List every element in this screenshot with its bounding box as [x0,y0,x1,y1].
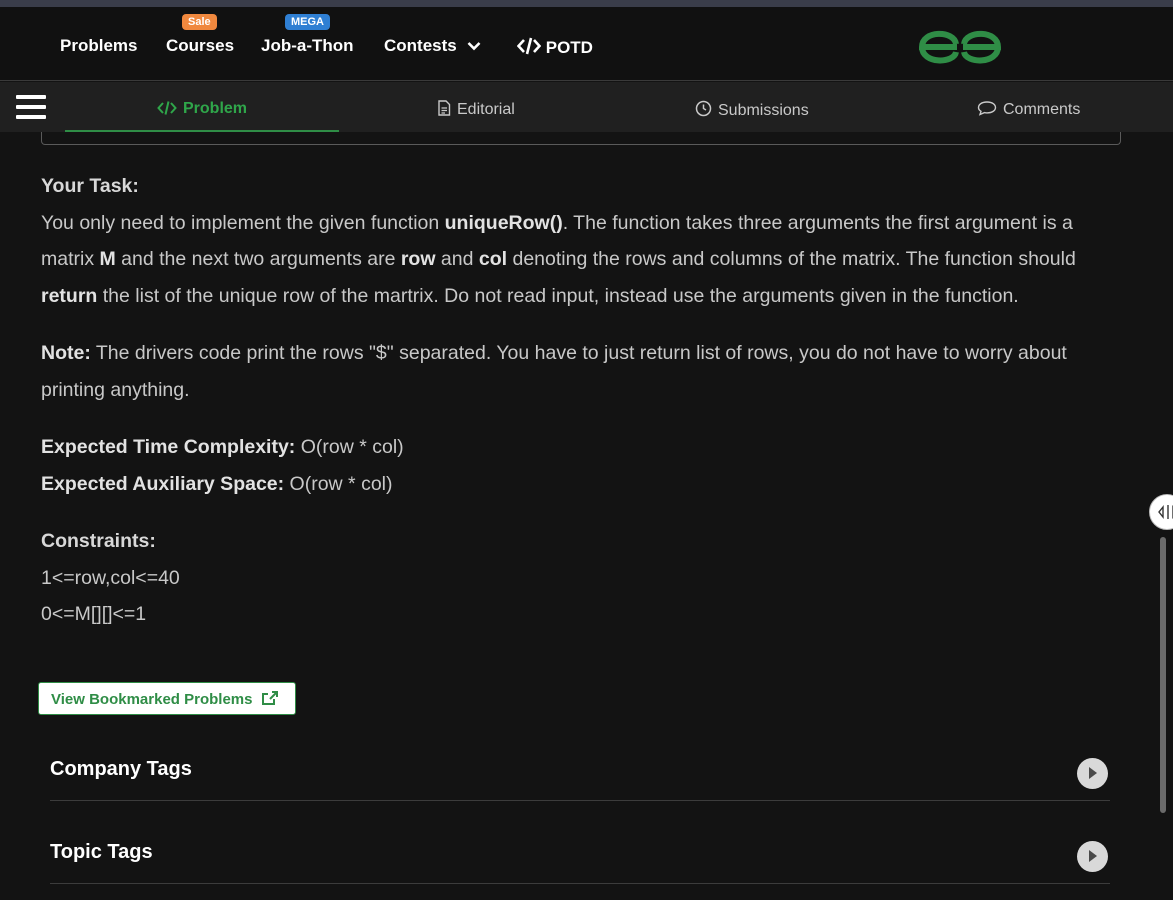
nav-contests[interactable]: Contests [384,37,481,55]
comment-icon [977,101,997,116]
nav-contests-label: Contests [384,36,457,55]
company-tags-section[interactable]: Company Tags [50,748,1110,801]
resize-arrows-icon [1158,505,1173,519]
company-tags-label: Company Tags [50,758,192,780]
topic-tags-label: Topic Tags [50,841,153,863]
tab-comments-label: Comments [1003,101,1081,118]
nav-potd-label: POTD [545,38,593,57]
topic-tags-section[interactable]: Topic Tags [50,831,1110,884]
expand-arrow-icon[interactable] [1077,758,1108,789]
tab-problem[interactable]: Problem [157,100,247,118]
gfg-logo[interactable] [917,22,1003,72]
bookmark-button-label: View Bookmarked Problems [51,691,253,708]
code-icon [157,101,177,115]
code-icon [516,37,542,55]
sale-badge: Sale [182,14,217,30]
nav-potd[interactable]: POTD [516,37,593,57]
note-text: Note: The drivers code print the rows "$… [41,342,1067,401]
time-complexity: Expected Time Complexity: O(row * col) [41,436,404,458]
scrollbar[interactable] [1160,537,1166,813]
your-task-heading: Your Task: [41,175,139,197]
mega-badge: MEGA [285,14,330,30]
nav-problems[interactable]: Problems [60,37,137,55]
menu-icon[interactable] [16,95,46,121]
browser-top-strip [0,0,1173,7]
constraint-line: 0<=M[][]<=1 [41,603,147,625]
tab-comments[interactable]: Comments [977,100,1080,119]
document-icon [438,100,451,116]
tab-submissions-label: Submissions [718,102,809,119]
space-complexity: Expected Auxiliary Space: O(row * col) [41,472,393,495]
view-bookmarked-problems-button[interactable]: View Bookmarked Problems [38,682,296,715]
nav-courses[interactable]: Courses [166,37,234,55]
problem-statement: Your Task: You only need to implement th… [41,168,1116,633]
external-link-icon [261,691,278,705]
panel-resize-handle[interactable] [1149,494,1173,530]
tab-editorial-label: Editorial [457,101,515,118]
chevron-down-icon [468,42,481,51]
constraints-heading: Constraints: [41,530,156,552]
constraint-line: 1<=row,col<=40 [41,566,180,589]
tab-submissions[interactable]: Submissions [695,100,809,120]
top-navigation: Problems Sale Courses MEGA Job-a-Thon Co… [0,7,1173,81]
problem-tab-bar: Problem Editorial Submissions Comments [0,82,1173,132]
clock-icon [695,100,712,117]
tab-editorial[interactable]: Editorial [437,100,515,119]
example-box-edge [41,132,1121,145]
expand-arrow-icon[interactable] [1077,841,1108,872]
tab-problem-label: Problem [183,100,248,117]
nav-job-a-thon[interactable]: Job-a-Thon [261,37,354,55]
your-task-text: You only need to implement the given fun… [41,211,1076,307]
